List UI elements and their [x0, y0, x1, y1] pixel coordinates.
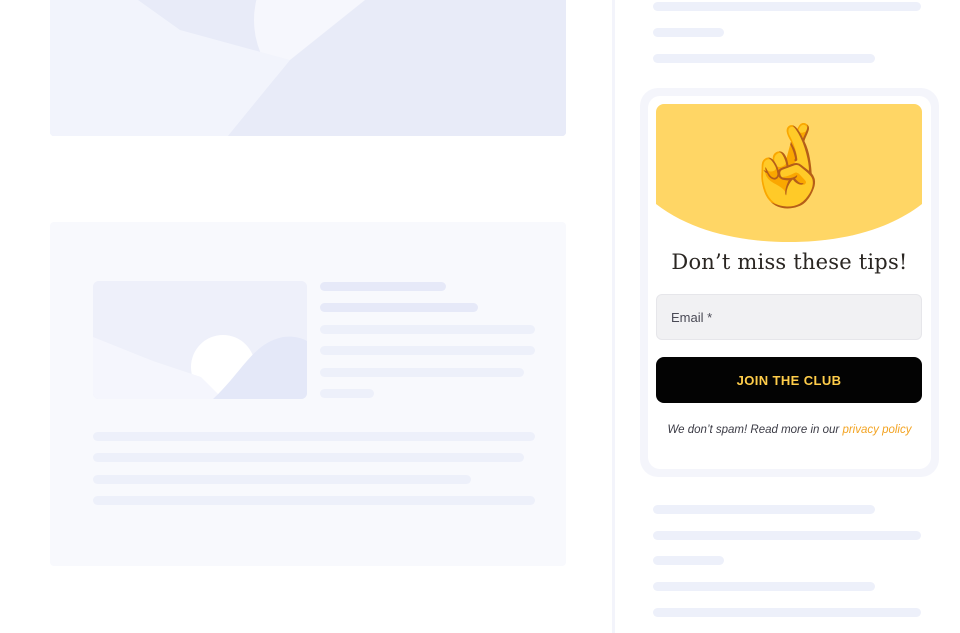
skeleton-line	[653, 556, 724, 565]
signup-headline: Don’t miss these tips!	[671, 250, 908, 274]
skeleton-line	[653, 2, 921, 11]
skeleton-line	[320, 368, 524, 377]
email-field[interactable]	[656, 294, 922, 340]
skeleton-line	[93, 453, 524, 462]
skeleton-line	[320, 346, 535, 355]
join-the-club-button[interactable]: JOIN THE CLUB	[656, 357, 922, 403]
skeleton-line	[653, 54, 875, 63]
spam-note: We don’t spam! Read more in our privacy …	[664, 421, 915, 439]
skeleton-line	[93, 496, 535, 505]
skeleton-line	[653, 582, 875, 591]
skeleton-line	[653, 505, 875, 514]
image-placeholder-icon	[93, 281, 307, 399]
spam-note-text: We don’t spam! Read more in our	[667, 424, 843, 436]
privacy-policy-link[interactable]: privacy policy	[842, 424, 911, 436]
skeleton-line	[653, 28, 724, 37]
crossed-fingers-icon: 🤞	[739, 119, 839, 212]
skeleton-line	[93, 475, 471, 484]
skeleton-line	[320, 389, 374, 398]
skeleton-line	[653, 531, 921, 540]
skeleton-line	[93, 432, 535, 441]
hero-image-placeholder	[50, 0, 566, 136]
newsletter-card: 🤞 Don’t miss these tips! JOIN THE CLUB W…	[648, 96, 931, 469]
image-placeholder-icon	[50, 0, 566, 136]
skeleton-line	[320, 325, 535, 334]
column-divider	[612, 0, 615, 633]
skeleton-line	[320, 303, 478, 312]
thumbnail-placeholder	[93, 281, 307, 399]
newsletter-signup-widget: 🤞 Don’t miss these tips! JOIN THE CLUB W…	[640, 88, 939, 477]
banner: 🤞	[656, 104, 922, 242]
skeleton-line	[653, 608, 921, 617]
skeleton-line	[320, 282, 446, 291]
